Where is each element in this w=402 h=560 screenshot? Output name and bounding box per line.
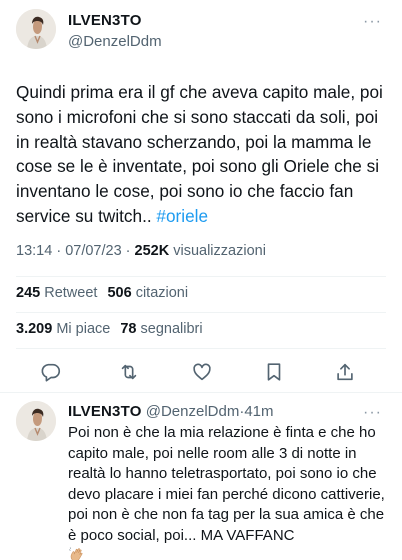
tweet-text: Quindi prima era il gf che aveva capito … (16, 80, 394, 229)
retweets-count[interactable]: 245 (16, 285, 40, 301)
tweet-time: 13:14 (16, 243, 53, 259)
reply-header: ILVEN3TO @DenzelDdm·41m (68, 403, 274, 420)
reply-tweet[interactable]: ILVEN3TO @DenzelDdm·41m ··· Poi non è ch… (0, 393, 402, 560)
action-bar (0, 357, 402, 387)
tweet-date: 07/07/23 (65, 243, 122, 259)
bookmark-icon (267, 363, 281, 381)
reply-more-options-icon[interactable]: ··· (363, 405, 382, 421)
reply-author-handle[interactable]: @DenzelDdm (146, 403, 240, 420)
author-name[interactable]: ILVEN3TO (68, 12, 142, 29)
tweet-body: Quindi prima era il gf che aveva capito … (16, 82, 383, 226)
like-stats: 3.209 Mi piace 78 segnalibri (16, 321, 203, 337)
reply-icon (41, 363, 61, 382)
reply-button[interactable] (36, 357, 66, 387)
quotes-label[interactable]: citazioni (136, 285, 188, 301)
author-avatar[interactable] (16, 9, 56, 49)
retweet-stats: 245 Retweet 506 citazioni (16, 285, 188, 301)
divider (16, 312, 386, 313)
main-tweet: ILVEN3TO @DenzelDdm ··· Quindi prima era… (0, 0, 402, 392)
divider (16, 348, 386, 349)
quotes-count[interactable]: 506 (107, 285, 131, 301)
share-icon (337, 363, 353, 381)
share-button[interactable] (330, 357, 360, 387)
tweet-meta: 13:14 · 07/07/23 · 252K visualizzazioni (16, 243, 266, 259)
hashtag-link[interactable]: #oriele (156, 206, 208, 226)
bookmarks-label[interactable]: segnalibri (141, 321, 203, 337)
reply-text: Poi non è che la mia relazione è finta e… (68, 423, 394, 560)
reply-body: Poi non è che la mia relazione è finta e… (68, 424, 385, 544)
reply-time[interactable]: 41m (244, 403, 273, 420)
views-label: visualizzazioni (173, 243, 266, 259)
reply-author-avatar[interactable] (16, 401, 56, 441)
retweet-button[interactable] (114, 357, 144, 387)
waving-hand-emoji-icon (68, 546, 86, 560)
divider (16, 276, 386, 277)
more-options-icon[interactable]: ··· (363, 14, 382, 30)
bookmarks-count[interactable]: 78 (120, 321, 136, 337)
meta-separator: · (121, 243, 135, 259)
like-button[interactable] (187, 357, 217, 387)
views-count: 252K (134, 243, 170, 259)
bookmark-button[interactable] (259, 357, 289, 387)
likes-count[interactable]: 3.209 (16, 321, 52, 337)
meta-separator: · (52, 243, 66, 259)
reply-author-name[interactable]: ILVEN3TO (68, 403, 142, 420)
like-icon (193, 363, 211, 381)
author-handle[interactable]: @DenzelDdm (68, 33, 162, 50)
retweets-label[interactable]: Retweet (44, 285, 97, 301)
likes-label[interactable]: Mi piace (56, 321, 110, 337)
retweet-icon (121, 364, 137, 380)
